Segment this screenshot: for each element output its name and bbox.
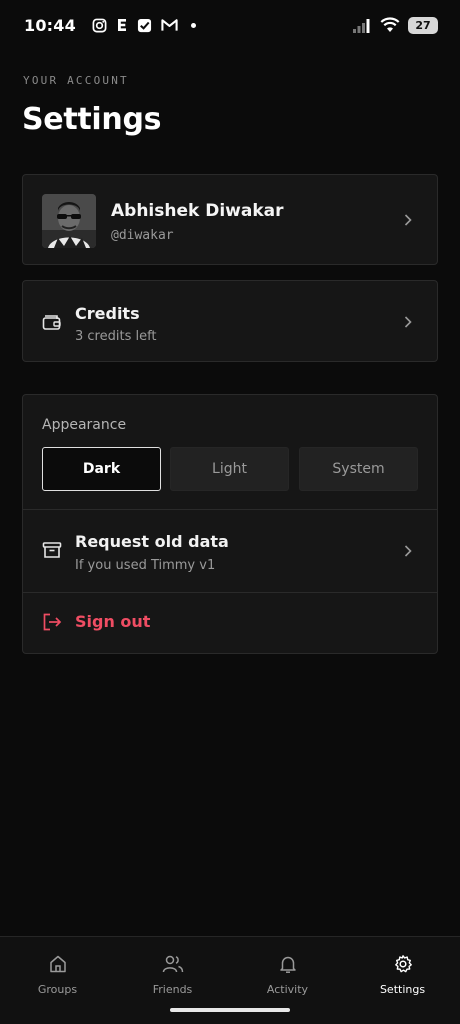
chevron-right-icon <box>404 316 412 328</box>
nav-label-activity: Activity <box>266 983 309 996</box>
sign-out-row[interactable]: Sign out <box>23 593 437 653</box>
nav-settings[interactable]: Settings <box>345 937 460 1009</box>
home-indicator <box>170 1008 290 1012</box>
profile-handle: @diwakar <box>111 228 174 243</box>
request-old-data-title: Request old data <box>75 532 229 551</box>
nav-label-friends: Friends <box>152 983 193 996</box>
theme-light-button[interactable]: Light <box>170 447 289 491</box>
battery-icon: 27 <box>408 16 438 34</box>
nav-friends[interactable]: Friends <box>115 937 230 1009</box>
settings-card: Appearance Dark Light System Request old… <box>22 394 438 654</box>
profile-name: Abhishek Diwakar <box>111 201 284 221</box>
nav-activity[interactable]: Activity <box>230 937 345 1009</box>
status-left: 10:44 <box>24 16 196 35</box>
notification-icons <box>92 18 196 33</box>
theme-system-button[interactable]: System <box>299 447 418 491</box>
gmail-icon <box>161 19 178 31</box>
bell-icon <box>279 956 296 973</box>
dot-icon <box>190 22 196 28</box>
page-title: Settings <box>22 102 162 137</box>
sign-out-label: Sign out <box>75 612 151 631</box>
status-time: 10:44 <box>24 15 76 35</box>
home-icon <box>49 955 66 973</box>
status-bar: 10:44 27 <box>0 0 460 50</box>
status-right: 27 <box>352 16 438 34</box>
credits-card[interactable]: Credits 3 credits left <box>22 280 438 362</box>
request-old-data-row[interactable]: Request old data If you used Timmy v1 <box>23 510 437 592</box>
request-old-data-subtitle: If you used Timmy v1 <box>75 558 216 573</box>
sign-out-icon <box>43 613 62 631</box>
instagram-icon <box>92 18 107 32</box>
appearance-label: Appearance <box>42 417 127 433</box>
theme-dark-button[interactable]: Dark <box>42 447 161 491</box>
credits-subtitle: 3 credits left <box>75 329 157 344</box>
section-eyebrow: YOUR ACCOUNT <box>23 74 129 87</box>
chevron-right-icon <box>404 545 412 557</box>
nav-label-settings: Settings <box>379 983 426 996</box>
signal-icon <box>353 18 370 33</box>
avatar <box>42 194 96 248</box>
gear-icon <box>394 955 412 973</box>
chevron-right-icon <box>404 214 412 226</box>
nav-label-groups: Groups <box>37 983 78 996</box>
archive-icon <box>42 542 62 558</box>
check-app-icon <box>137 18 151 32</box>
wifi-icon <box>380 17 400 32</box>
credits-title: Credits <box>75 304 140 323</box>
friends-icon <box>162 955 183 973</box>
profile-card[interactable]: Abhishek Diwakar @diwakar <box>22 174 438 265</box>
nav-groups[interactable]: Groups <box>0 937 115 1009</box>
wallet-icon <box>42 315 61 330</box>
e-app-icon <box>117 19 126 31</box>
